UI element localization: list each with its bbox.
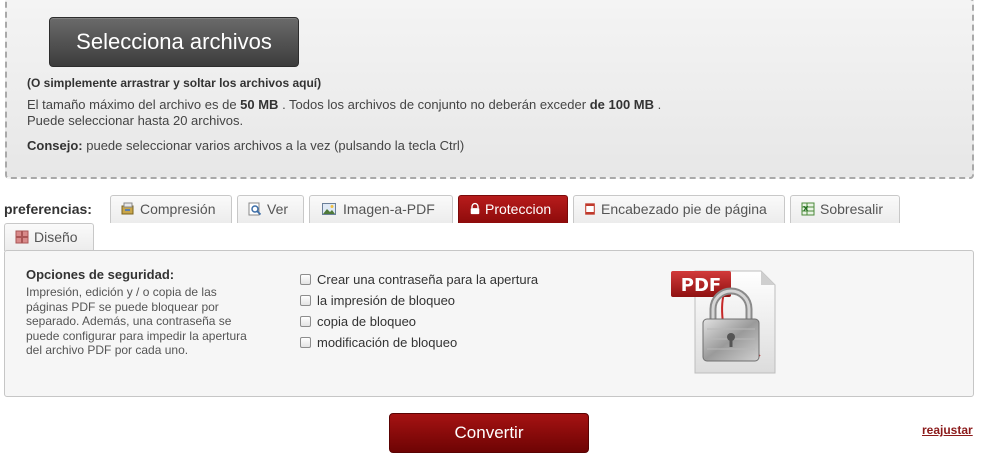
size-limits-text: El tamaño máximo del archivo es de 50 MB… xyxy=(27,97,661,129)
tip-text: Consejo: puede seleccionar varios archiv… xyxy=(27,138,464,153)
tab-encabezado-pie[interactable]: Encabezado pie de página xyxy=(573,195,785,223)
option-lock-printing[interactable]: la impresión de bloqueo xyxy=(300,293,455,309)
tab-diseno[interactable]: Diseño xyxy=(4,223,94,251)
security-description: Impresión, edición y / o copia de las pá… xyxy=(26,285,247,358)
tab-label: Diseño xyxy=(34,229,78,245)
checkbox-lock-copy[interactable] xyxy=(300,316,311,327)
svg-text:X: X xyxy=(803,205,809,213)
preferences-label: preferencias: xyxy=(4,201,92,217)
max-total-size: de 100 MB xyxy=(589,97,655,112)
lock-icon xyxy=(470,202,480,215)
pdf-lock-illustration: PDF xyxy=(671,270,776,374)
upload-dropzone[interactable]: Selecciona archivos (O simplemente arras… xyxy=(5,0,974,179)
page-icon xyxy=(585,203,595,215)
checkbox-lock-printing[interactable] xyxy=(300,295,311,306)
select-files-button[interactable]: Selecciona archivos xyxy=(49,17,299,67)
option-lock-modification[interactable]: modificación de bloqueo xyxy=(300,335,457,351)
tab-sobresalir[interactable]: X Sobresalir xyxy=(790,195,900,223)
option-lock-copy[interactable]: copia de bloqueo xyxy=(300,314,416,330)
tab-label: Encabezado pie de página xyxy=(601,201,767,217)
image-icon xyxy=(322,203,336,215)
security-options-panel: Opciones de seguridad: Impresión, edició… xyxy=(4,250,974,397)
tab-label: Imagen-a-PDF xyxy=(343,201,435,217)
layout-icon xyxy=(15,230,29,244)
tip-body: puede seleccionar varios archivos a la v… xyxy=(82,138,465,153)
tab-imagen-a-pdf[interactable]: Imagen-a-PDF xyxy=(309,195,453,223)
option-password-open[interactable]: Crear una contraseña para la apertura xyxy=(300,272,538,288)
checkbox-password-open[interactable] xyxy=(300,274,311,285)
size-prefix: El tamaño máximo del archivo es de xyxy=(27,97,241,112)
size-mid: . Todos los archivos de conjunto no debe… xyxy=(278,97,590,112)
convert-button[interactable]: Convertir xyxy=(389,413,589,453)
option-label: copia de bloqueo xyxy=(317,314,417,329)
magnifier-icon xyxy=(248,202,262,216)
excel-icon: X xyxy=(801,202,815,216)
size-suffix: . xyxy=(654,97,662,112)
file-limit-text: Puede seleccionar hasta 20 archivos. xyxy=(27,113,244,128)
tab-label: Compresión xyxy=(140,201,216,217)
tab-proteccion[interactable]: Proteccion xyxy=(458,195,568,223)
tab-ver[interactable]: Ver xyxy=(237,195,304,223)
tab-label: Ver xyxy=(267,201,289,217)
option-label: Crear una contraseña para la apertura xyxy=(317,272,539,287)
option-label: la impresión de bloqueo xyxy=(317,293,456,308)
reset-link[interactable]: reajustar xyxy=(922,423,973,437)
pdf-badge-text: PDF xyxy=(681,275,721,296)
tab-label: Sobresalir xyxy=(820,201,884,217)
compress-icon xyxy=(121,202,134,215)
tip-label: Consejo: xyxy=(27,138,83,153)
checkbox-lock-modification[interactable] xyxy=(300,337,311,348)
drag-drop-hint: (O simplemente arrastrar y soltar los ar… xyxy=(27,76,322,90)
tab-compresion[interactable]: Compresión xyxy=(110,195,232,223)
option-label: modificación de bloqueo xyxy=(317,335,458,350)
max-file-size: 50 MB xyxy=(240,97,279,112)
security-title: Opciones de seguridad: xyxy=(26,267,175,282)
tab-label: Proteccion xyxy=(485,201,552,217)
